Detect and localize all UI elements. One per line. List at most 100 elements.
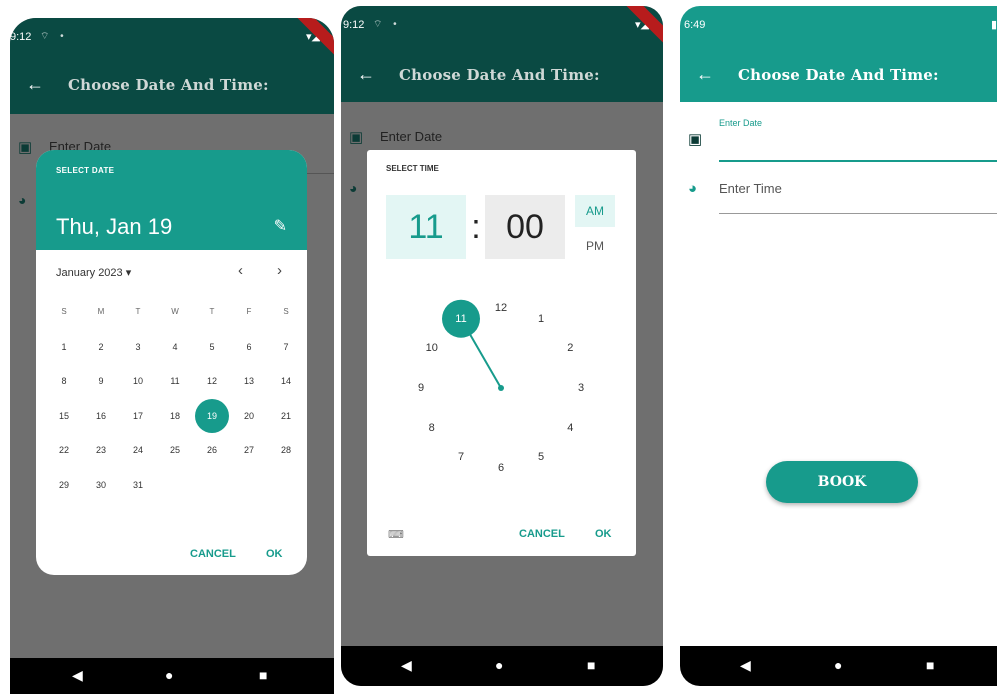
edit-pencil-icon[interactable]: ✎: [274, 216, 287, 236]
calendar-day[interactable]: 18: [157, 404, 193, 428]
calendar-day[interactable]: 20: [231, 404, 267, 428]
enter-date-label: Enter Date: [719, 118, 763, 128]
cancel-button[interactable]: CANCEL: [519, 528, 565, 540]
clock-number[interactable]: 4: [558, 419, 582, 437]
month-year-dropdown[interactable]: January 2023 ▾: [56, 266, 131, 279]
calendar-day[interactable]: 31: [120, 473, 156, 497]
calendar-day[interactable]: 13: [231, 369, 267, 393]
back-arrow-icon[interactable]: ←: [357, 64, 375, 85]
calendar-day[interactable]: 2: [83, 335, 119, 359]
next-month-icon[interactable]: ›: [277, 262, 282, 279]
enter-date-label: Enter Date: [380, 129, 443, 144]
calendar-day[interactable]: 3: [120, 335, 156, 359]
calendar-day[interactable]: 21: [268, 404, 304, 428]
selected-date-text: Thu, Jan 19: [56, 214, 173, 239]
calendar-day[interactable]: 5: [194, 335, 230, 359]
nav-back-icon[interactable]: ◀: [72, 667, 83, 684]
battery-icon: ▮: [990, 19, 997, 31]
calendar-day[interactable]: 28: [268, 438, 304, 462]
clock-icon: ◕: [349, 180, 358, 196]
calendar-day[interactable]: 12: [194, 369, 230, 393]
book-button[interactable]: BOOK: [766, 461, 918, 503]
nav-recents-icon[interactable]: ■: [926, 657, 934, 673]
nav-back-icon[interactable]: ◀: [401, 657, 412, 674]
page-title: Choose Date And Time:: [399, 66, 600, 84]
phone-screen-date-picker: 9:12 ⌔ • ▾◢▮ ← Choose Date And Time: ▣ E…: [10, 18, 334, 694]
pm-toggle[interactable]: PM: [575, 230, 615, 262]
calendar-day[interactable]: 11: [157, 369, 193, 393]
clock-number[interactable]: 7: [449, 448, 473, 466]
nav-recents-icon[interactable]: ■: [587, 657, 595, 673]
am-toggle[interactable]: AM: [575, 195, 615, 227]
keyboard-icon[interactable]: ⌨: [388, 528, 404, 541]
phone-screen-time-picker: 9:12 ⌔ • ▾◢▮ ← Choose Date And Time: ▣ E…: [341, 6, 663, 686]
android-nav-bar: ◀ ● ■: [341, 646, 663, 686]
page-title: Choose Date And Time:: [68, 76, 269, 94]
select-time-label: SELECT TIME: [386, 164, 439, 173]
hour-selector[interactable]: 11: [386, 195, 466, 259]
calendar-day-selected[interactable]: 19: [195, 398, 229, 433]
cancel-button[interactable]: CANCEL: [190, 548, 236, 560]
calendar-day[interactable]: 4: [157, 335, 193, 359]
calendar-day[interactable]: 29: [46, 473, 82, 497]
calendar-day[interactable]: 24: [120, 438, 156, 462]
clock-number[interactable]: 2: [558, 339, 582, 357]
calendar-day[interactable]: 1: [46, 335, 82, 359]
nav-back-icon[interactable]: ◀: [740, 657, 751, 674]
nav-home-icon[interactable]: ●: [834, 657, 842, 673]
calendar-icon: ▣: [18, 139, 33, 156]
nav-home-icon[interactable]: ●: [495, 657, 503, 673]
status-time: 6:49: [684, 19, 706, 31]
calendar-day[interactable]: 9: [83, 369, 119, 393]
clock-number[interactable]: 9: [409, 379, 433, 397]
ok-button[interactable]: OK: [595, 528, 612, 540]
nav-home-icon[interactable]: ●: [165, 667, 173, 683]
clock-number[interactable]: 12: [489, 299, 513, 317]
clock-number[interactable]: 11: [449, 310, 473, 328]
calendar-day[interactable]: 6: [231, 335, 267, 359]
ok-button[interactable]: OK: [266, 548, 283, 560]
calendar-day[interactable]: 25: [157, 438, 193, 462]
page-title: Choose Date And Time:: [738, 66, 939, 84]
calendar-day[interactable]: 15: [46, 404, 82, 428]
calendar-day[interactable]: 14: [268, 369, 304, 393]
notification-icons: ⌔ •: [40, 31, 68, 42]
calendar-day[interactable]: 23: [83, 438, 119, 462]
calendar-day[interactable]: 17: [120, 404, 156, 428]
date-underline-focused: [719, 160, 997, 162]
calendar-day[interactable]: 26: [194, 438, 230, 462]
date-picker-dialog: SELECT DATE Thu, Jan 19 ✎ January 2023 ▾…: [36, 150, 307, 575]
previous-month-icon[interactable]: ‹: [238, 262, 243, 279]
calendar-day[interactable]: 16: [83, 404, 119, 428]
calendar-day[interactable]: 27: [231, 438, 267, 462]
back-arrow-icon[interactable]: ←: [26, 74, 44, 95]
calendar-day[interactable]: 8: [46, 369, 82, 393]
nav-recents-icon[interactable]: ■: [259, 667, 267, 683]
clock-number[interactable]: 10: [420, 339, 444, 357]
status-bar: 9:12 ⌔ • ▾◢▮: [10, 18, 334, 56]
clock-number[interactable]: 3: [569, 379, 593, 397]
calendar-day[interactable]: 22: [46, 438, 82, 462]
status-bar: 6:49 ▮: [680, 6, 997, 44]
time-underline: [719, 213, 997, 214]
calendar-day[interactable]: 30: [83, 473, 119, 497]
phone-screen-booking-form: 6:49 ▮ ← Choose Date And Time: Enter Dat…: [680, 6, 997, 686]
clock-dial[interactable]: 12 1 2 3 4 5 6 7 8 9 10 11: [401, 288, 601, 488]
back-arrow-icon[interactable]: ←: [696, 64, 714, 85]
enter-time-label: Enter Time: [719, 181, 782, 196]
minute-selector[interactable]: 00: [485, 195, 565, 259]
app-bar: ← Choose Date And Time:: [341, 46, 663, 104]
calendar-icon: ▣: [688, 131, 703, 148]
clock-number[interactable]: 8: [420, 419, 444, 437]
clock-icon: ◕: [18, 192, 27, 208]
weekday-header: T: [135, 307, 141, 316]
clock-number[interactable]: 5: [529, 448, 553, 466]
android-nav-bar: ◀ ● ■: [10, 658, 334, 694]
clock-number[interactable]: 1: [529, 310, 553, 328]
calendar-day[interactable]: 10: [120, 369, 156, 393]
weekday-header: W: [171, 307, 179, 316]
weekday-header: S: [61, 307, 67, 316]
app-bar: ← Choose Date And Time:: [680, 46, 997, 104]
clock-number[interactable]: 6: [489, 459, 513, 477]
calendar-day[interactable]: 7: [268, 335, 304, 359]
